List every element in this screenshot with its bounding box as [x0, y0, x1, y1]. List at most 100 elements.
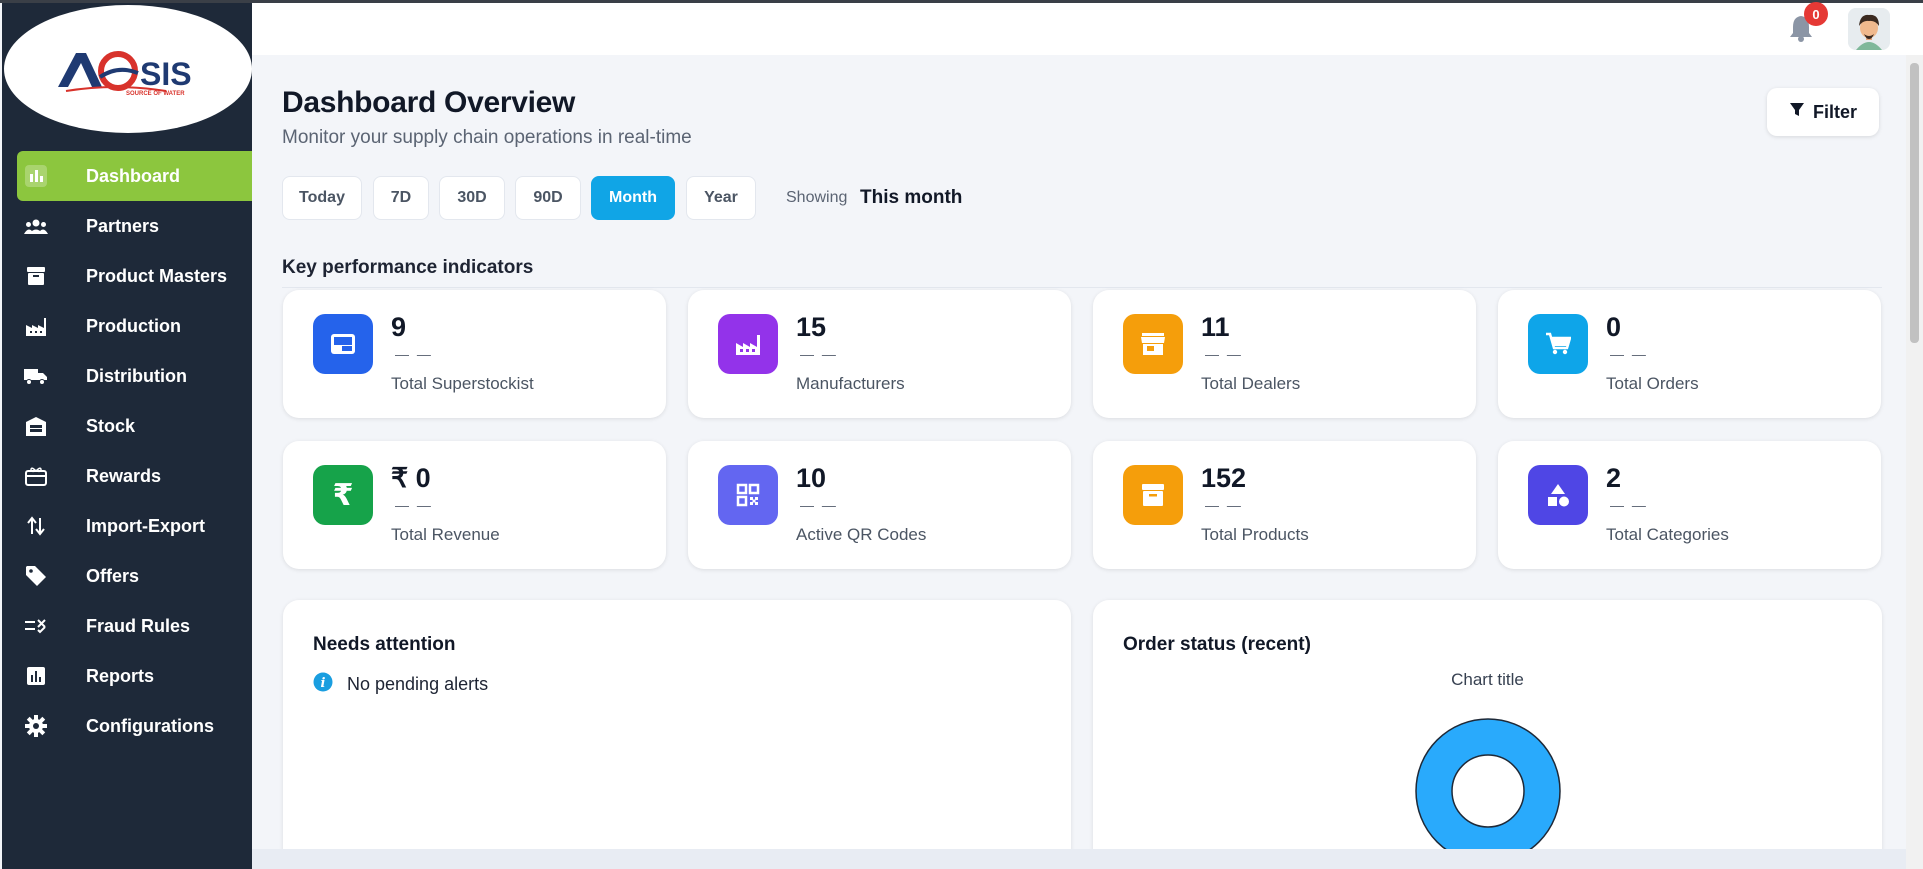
sidebar-item-label: Distribution	[86, 365, 187, 386]
brand-tagline: SOURCE OF WATER	[126, 91, 185, 97]
kpi-card-manufacturers[interactable]: 15 — — Manufacturers	[688, 290, 1071, 418]
kpi-trend: — —	[800, 497, 838, 513]
kpi-trend: — —	[1205, 346, 1243, 362]
range-30d-button[interactable]: 30D	[439, 176, 505, 220]
kpi-label: Total Revenue	[391, 525, 500, 544]
sidebar-item-label: Stock	[86, 415, 136, 436]
logo-container[interactable]: SIS SOURCE OF WATER	[4, 5, 252, 133]
range-year-button[interactable]: Year	[686, 176, 756, 220]
sidebar-item-fraud-rules[interactable]: Fraud Rules	[2, 601, 252, 651]
kpi-card-categories[interactable]: 2 — — Total Categories	[1498, 441, 1881, 569]
range-90d-button[interactable]: 90D	[515, 176, 581, 220]
archive-box-icon	[24, 264, 48, 288]
sidebar-item-product-masters[interactable]: Product Masters	[2, 251, 252, 301]
range-7d-button[interactable]: 7D	[373, 176, 429, 220]
svg-text:SIS: SIS	[140, 56, 192, 92]
kpi-value: 15	[796, 312, 827, 342]
kpi-card-dealers[interactable]: 11 — — Total Dealers	[1093, 290, 1476, 418]
truck-icon	[24, 364, 48, 388]
sidebar-item-configurations[interactable]: Configurations	[2, 701, 252, 751]
tag-icon	[24, 564, 48, 588]
kpi-value: ₹ 0	[391, 463, 431, 493]
store-icon	[1123, 314, 1183, 374]
page-title: Dashboard Overview	[282, 86, 576, 119]
kpi-label: Total Categories	[1606, 525, 1729, 544]
kpi-label: Total Products	[1201, 525, 1309, 544]
sidebar-item-production[interactable]: Production	[2, 301, 252, 351]
kpi-card-orders[interactable]: 0 — — Total Orders	[1498, 290, 1881, 418]
info-icon: i	[313, 672, 333, 697]
kpi-card-products[interactable]: 152 — — Total Products	[1093, 441, 1476, 569]
warehouse-icon	[24, 414, 48, 438]
showing-label: Showing	[786, 189, 848, 206]
page-scrollbar[interactable]	[1906, 55, 1923, 869]
sidebar-item-import-export[interactable]: Import-Export	[2, 501, 252, 551]
factory-icon	[718, 314, 778, 374]
user-avatar[interactable]	[1848, 8, 1890, 50]
order-status-panel: Order status (recent) Chart title	[1093, 600, 1882, 869]
swap-arrows-icon	[24, 514, 48, 538]
donut-hole	[1451, 754, 1525, 828]
range-today-button[interactable]: Today	[282, 176, 362, 220]
sidebar-item-label: Import-Export	[86, 515, 205, 536]
kpi-section-title: Key performance indicators	[282, 257, 534, 278]
showing-value: This month	[860, 187, 963, 208]
sidebar-item-rewards[interactable]: Rewards	[2, 451, 252, 501]
sidebar-item-label: Configurations	[86, 715, 214, 736]
sidebar-item-label: Fraud Rules	[86, 615, 191, 636]
sidebar-item-label: Production	[86, 315, 181, 336]
cart-icon	[1528, 314, 1588, 374]
sidebar-item-label: Product Masters	[86, 265, 228, 286]
brand-logo: SIS SOURCE OF WATER	[56, 47, 206, 103]
filter-label: Filter	[1812, 101, 1857, 122]
kpi-value: 2	[1606, 463, 1622, 493]
shapes-icon	[1528, 465, 1588, 525]
sidebar-item-dashboard[interactable]: Dashboard	[17, 151, 252, 201]
sidebar: SIS SOURCE OF WATER Dashboard Partners P…	[2, 3, 252, 869]
svg-text:i: i	[321, 676, 326, 691]
filter-icon	[1789, 102, 1805, 123]
sidebar-item-reports[interactable]: Reports	[2, 651, 252, 701]
notification-count-badge: 0	[1804, 2, 1828, 26]
bar-chart-icon	[24, 164, 48, 188]
kpi-trend: — —	[1610, 497, 1648, 513]
kpi-value: 11	[1201, 312, 1230, 342]
sidebar-item-label: Reports	[86, 665, 155, 686]
alert-message: No pending alerts	[347, 674, 489, 694]
range-month-button[interactable]: Month	[591, 176, 675, 220]
kpi-card-revenue[interactable]: ₹ ₹ 0 — — Total Revenue	[283, 441, 666, 569]
order-status-donut-chart	[1415, 718, 1561, 864]
gift-card-icon	[24, 464, 48, 488]
kpi-label: Manufacturers	[796, 374, 905, 393]
rule-icon	[24, 614, 48, 638]
kpi-trend: — —	[395, 346, 433, 362]
sidebar-item-stock[interactable]: Stock	[2, 401, 252, 451]
kpi-card-qr-codes[interactable]: 10 — — Active QR Codes	[688, 441, 1071, 569]
kpi-trend: — —	[1205, 497, 1243, 513]
sidebar-item-label: Offers	[86, 565, 140, 586]
scrollbar-thumb[interactable]	[1910, 63, 1919, 343]
sidebar-item-distribution[interactable]: Distribution	[2, 351, 252, 401]
factory-icon	[24, 314, 48, 338]
id-card-icon	[313, 314, 373, 374]
sidebar-item-partners[interactable]: Partners	[2, 201, 252, 251]
sidebar-item-offers[interactable]: Offers	[2, 551, 252, 601]
kpi-value: 10	[796, 463, 827, 493]
report-icon	[24, 664, 48, 688]
kpi-card-superstockist[interactable]: 9 — — Total Superstockist	[283, 290, 666, 418]
page-subtitle: Monitor your supply chain operations in …	[282, 127, 692, 148]
section-divider	[282, 287, 1882, 288]
kpi-label: Total Dealers	[1201, 374, 1301, 393]
kpi-label: Total Orders	[1606, 374, 1699, 393]
sidebar-nav: Dashboard Partners Product Masters Produ…	[2, 151, 252, 751]
archive-box-icon	[1123, 465, 1183, 525]
kpi-value: 9	[391, 312, 407, 342]
filter-button[interactable]: Filter	[1767, 88, 1879, 136]
needs-attention-panel: Needs attention i No pending alerts	[283, 600, 1071, 869]
sidebar-item-label: Dashboard	[86, 165, 181, 186]
kpi-value: 0	[1606, 312, 1622, 342]
alert-row: i No pending alerts	[313, 672, 488, 697]
sidebar-item-label: Rewards	[86, 465, 162, 486]
top-header	[252, 3, 1923, 55]
sidebar-item-label: Partners	[86, 215, 160, 236]
